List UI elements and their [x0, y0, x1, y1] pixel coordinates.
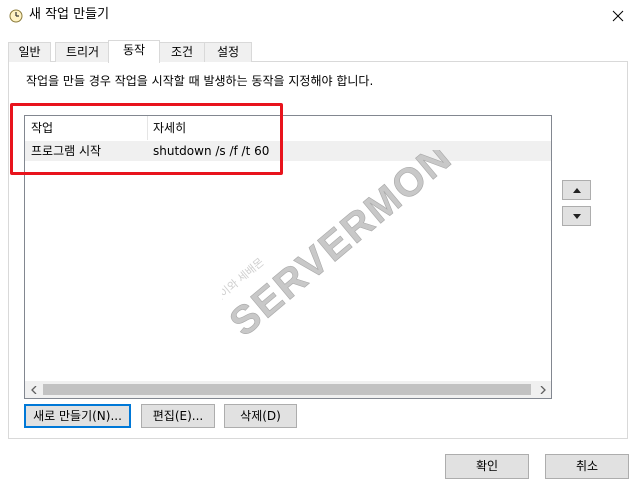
edit-action-button[interactable]: 편집(E)...: [141, 404, 215, 428]
triangle-up-icon: [572, 187, 581, 193]
move-down-button[interactable]: [562, 206, 591, 226]
close-button[interactable]: [596, 0, 640, 31]
triangle-down-icon: [572, 213, 581, 219]
scroll-right-button[interactable]: [534, 381, 551, 398]
chevron-left-icon: [30, 385, 36, 394]
tab-triggers[interactable]: 트리거: [55, 42, 110, 62]
scroll-left-button[interactable]: [25, 381, 42, 398]
window-title: 새 작업 만들기: [29, 7, 110, 22]
delete-action-button[interactable]: 삭제(D): [224, 404, 297, 428]
highlight-annotation: [10, 103, 283, 175]
horizontal-scrollbar[interactable]: [25, 381, 551, 398]
close-icon: [612, 10, 624, 21]
move-up-button[interactable]: [562, 180, 591, 200]
new-action-button[interactable]: 새로 만들기(N)...: [24, 404, 131, 428]
tab-settings[interactable]: 설정: [204, 42, 252, 62]
tab-general[interactable]: 일반: [8, 42, 51, 62]
clock-icon: [9, 9, 23, 23]
ok-button[interactable]: 확인: [445, 454, 529, 479]
tab-conditions[interactable]: 조건: [158, 42, 206, 62]
cancel-button[interactable]: 취소: [545, 454, 629, 479]
scroll-thumb[interactable]: [43, 384, 531, 395]
tab-actions[interactable]: 동작: [108, 40, 160, 63]
chevron-right-icon: [540, 385, 546, 394]
instructions-text: 작업을 만들 경우 작업을 시작할 때 발생하는 동작을 지정해야 합니다.: [26, 74, 374, 88]
title-bar: 새 작업 만들기: [0, 0, 640, 31]
